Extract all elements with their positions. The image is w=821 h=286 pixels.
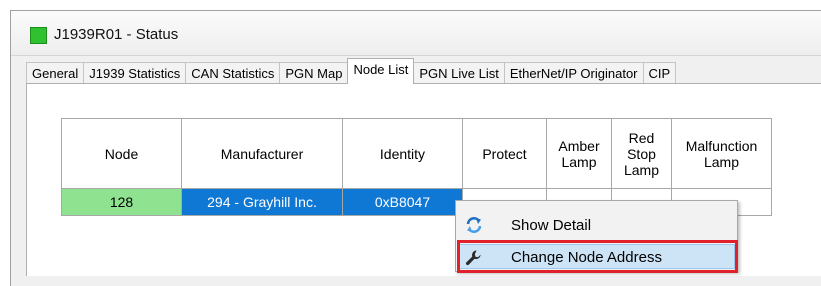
tab-pgn-map[interactable]: PGN Map [279,62,349,84]
column-header-manufacturer[interactable]: Manufacturer [181,118,343,189]
menu-item-show-detail[interactable]: Show Detail [457,211,736,239]
tab-ethernet-ip-originator[interactable]: EtherNet/IP Originator [503,62,644,84]
context-menu: Show Detail Change Node Address [455,200,738,272]
tab-can-statistics[interactable]: CAN Statistics [185,62,281,84]
menu-item-change-node-address[interactable]: Change Node Address [457,242,736,273]
tab-j1939-statistics[interactable]: J1939 Statistics [83,62,187,84]
cell-node[interactable]: 128 [61,188,182,216]
menu-item-label: Show Detail [511,217,592,234]
menu-item-label: Change Node Address [511,249,662,266]
window-title: J1939R01 - Status [54,26,179,43]
tab-cip[interactable]: CIP [642,62,677,84]
column-header-amber-lamp[interactable]: Amber Lamp [546,118,612,189]
tab-strip: General J1939 Statistics CAN Statistics … [26,58,677,84]
column-header-node[interactable]: Node [61,118,182,189]
column-header-identity[interactable]: Identity [342,118,463,189]
cell-identity[interactable]: 0xB8047 [342,188,463,216]
tab-general[interactable]: General [26,62,85,84]
tab-pgn-live-list[interactable]: PGN Live List [413,62,505,84]
column-header-protect[interactable]: Protect [462,118,547,189]
wrench-icon [465,249,483,267]
status-indicator-icon [30,27,47,44]
column-header-malfunction-lamp[interactable]: Malfunction Lamp [671,118,772,189]
column-header-red-stop-lamp[interactable]: Red Stop Lamp [611,118,672,189]
title-bar: J1939R01 - Status [11,11,821,56]
refresh-icon [465,216,483,234]
tab-node-list[interactable]: Node List [347,58,415,84]
cell-manufacturer[interactable]: 294 - Grayhill Inc. [181,188,343,216]
